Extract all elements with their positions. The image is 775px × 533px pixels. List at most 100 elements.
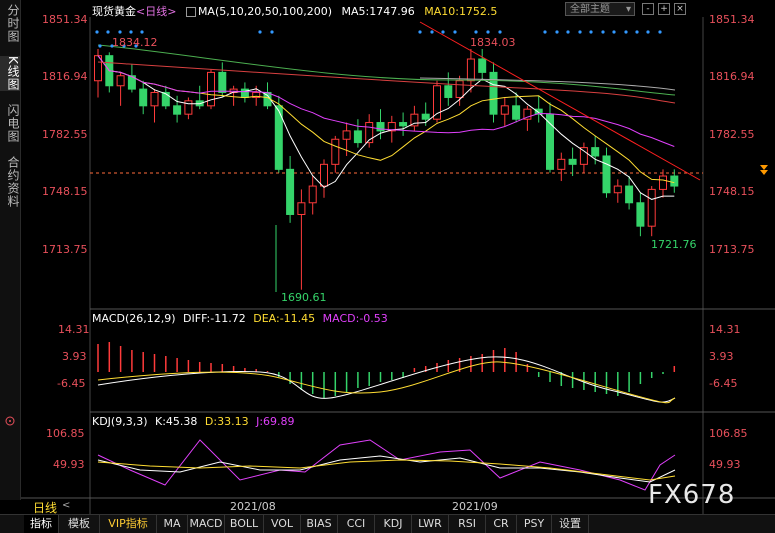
macd-axis-label: 14.31 xyxy=(58,323,90,336)
low-annotation: 1690.61 xyxy=(281,291,327,304)
date-label: 2021/09 xyxy=(452,500,498,513)
tab-rsi[interactable]: RSI xyxy=(449,515,486,533)
tab-bias[interactable]: BIAS xyxy=(301,515,338,533)
candlestick xyxy=(568,158,577,165)
macd-axis-label-right: -6.45 xyxy=(709,377,738,390)
kdj-axis-label-right: 49.93 xyxy=(709,458,741,471)
signal-dot xyxy=(543,30,547,34)
kdj-j-line xyxy=(97,439,676,491)
signal-dot xyxy=(498,30,502,34)
candlestick xyxy=(139,88,148,107)
kdj-k: K:45.38 xyxy=(155,415,198,428)
candlestick xyxy=(455,80,464,98)
candlestick xyxy=(320,163,328,187)
high-annotation: 1834.03 xyxy=(470,36,516,49)
candlestick xyxy=(444,85,453,98)
tab-template[interactable]: 模板 xyxy=(59,515,100,533)
kdj-title[interactable]: KDJ(9,3,3) xyxy=(92,415,148,428)
price-axis-label: 1851.34 xyxy=(42,13,88,26)
candlestick xyxy=(342,130,351,140)
tab-vip-indicator[interactable]: VIP指标 xyxy=(100,515,157,533)
tab-psy[interactable]: PSY xyxy=(517,515,552,533)
tab-boll[interactable]: BOLL xyxy=(225,515,264,533)
candlestick xyxy=(557,158,566,170)
price-axis-label-right: 1713.75 xyxy=(709,243,755,256)
price-axis-label: 1748.15 xyxy=(42,185,88,198)
signal-dot xyxy=(635,30,639,34)
tab-settings[interactable]: 设置 xyxy=(552,515,589,533)
signal-dot xyxy=(566,30,570,34)
chevron-left-icon[interactable]: < xyxy=(62,500,70,511)
macd-diff-line xyxy=(97,356,676,403)
signal-dot xyxy=(140,30,144,34)
candlestick xyxy=(489,71,498,115)
tab-vol[interactable]: VOL xyxy=(264,515,301,533)
signal-dot xyxy=(578,30,582,34)
price-axis-label-right: 1782.55 xyxy=(709,128,755,141)
candlestick xyxy=(579,147,588,165)
signal-dot xyxy=(118,30,122,34)
price-axis-label-right: 1851.34 xyxy=(709,13,755,26)
signal-dot xyxy=(612,30,616,34)
kdj-axis-label: 49.93 xyxy=(53,458,85,471)
macd-axis-label-right: 14.31 xyxy=(709,323,741,336)
signal-dot xyxy=(589,30,593,34)
price-axis-label: 1816.94 xyxy=(42,70,88,83)
price-axis-label-right: 1816.94 xyxy=(709,70,755,83)
macd-axis-label: 3.93 xyxy=(62,350,87,363)
candlestick xyxy=(466,58,475,82)
tab-indicator[interactable]: 指标 xyxy=(24,515,59,533)
candlestick xyxy=(421,113,430,120)
signal-dot xyxy=(624,30,628,34)
candlestick xyxy=(478,58,487,73)
candlestick xyxy=(286,168,295,215)
candlestick xyxy=(613,185,622,194)
candlestick xyxy=(433,85,441,120)
candlestick xyxy=(308,185,317,204)
macd-value: MACD:-0.53 xyxy=(322,312,388,325)
signal-dot xyxy=(270,30,274,34)
watermark-logo: FX678 xyxy=(648,480,736,510)
kline-chart[interactable] xyxy=(0,0,775,514)
tab-macd[interactable]: MACD xyxy=(188,515,225,533)
signal-dot xyxy=(658,30,662,34)
macd-title[interactable]: MACD(26,12,9) xyxy=(92,312,176,325)
signal-dot xyxy=(441,30,445,34)
candlestick xyxy=(670,175,679,187)
kdj-title-bar: KDJ(9,3,3) K:45.38 D:33.13 J:69.89 xyxy=(92,415,295,428)
candlestick xyxy=(602,155,611,194)
candlestick xyxy=(512,105,521,120)
price-axis-label: 1782.55 xyxy=(42,128,88,141)
signal-dot xyxy=(106,30,110,34)
kdj-axis-label-right: 106.85 xyxy=(709,427,748,440)
candlestick xyxy=(331,138,340,165)
high-annotation: 1834.12 xyxy=(112,36,158,49)
tab-cr[interactable]: CR xyxy=(486,515,517,533)
signal-dot xyxy=(555,30,559,34)
low-annotation: 1721.76 xyxy=(651,238,697,251)
ma50-line xyxy=(97,44,676,96)
tab-cci[interactable]: CCI xyxy=(338,515,375,533)
macd-axis-label: -6.45 xyxy=(57,377,86,390)
candlestick xyxy=(173,105,182,115)
signal-dot xyxy=(418,30,422,34)
tab-ma[interactable]: MA xyxy=(157,515,188,533)
price-axis-label: 1713.75 xyxy=(42,243,88,256)
kdj-axis-label: 106.85 xyxy=(46,427,85,440)
signal-dot xyxy=(646,30,650,34)
candlestick xyxy=(591,147,600,157)
tab-lwr[interactable]: LWR xyxy=(412,515,449,533)
ma-line xyxy=(97,55,675,200)
candlestick xyxy=(116,75,125,87)
price-axis-label-right: 1748.15 xyxy=(709,185,755,198)
signal-dot xyxy=(95,30,99,34)
macd-dea: DEA:-11.45 xyxy=(253,312,316,325)
signal-dot xyxy=(453,30,457,34)
candlestick xyxy=(647,188,656,227)
signal-dot xyxy=(98,44,102,48)
signal-dot xyxy=(129,30,133,34)
candlestick xyxy=(353,130,362,144)
candlestick xyxy=(150,91,159,107)
tab-kdj[interactable]: KDJ xyxy=(375,515,412,533)
candlestick xyxy=(218,71,227,93)
